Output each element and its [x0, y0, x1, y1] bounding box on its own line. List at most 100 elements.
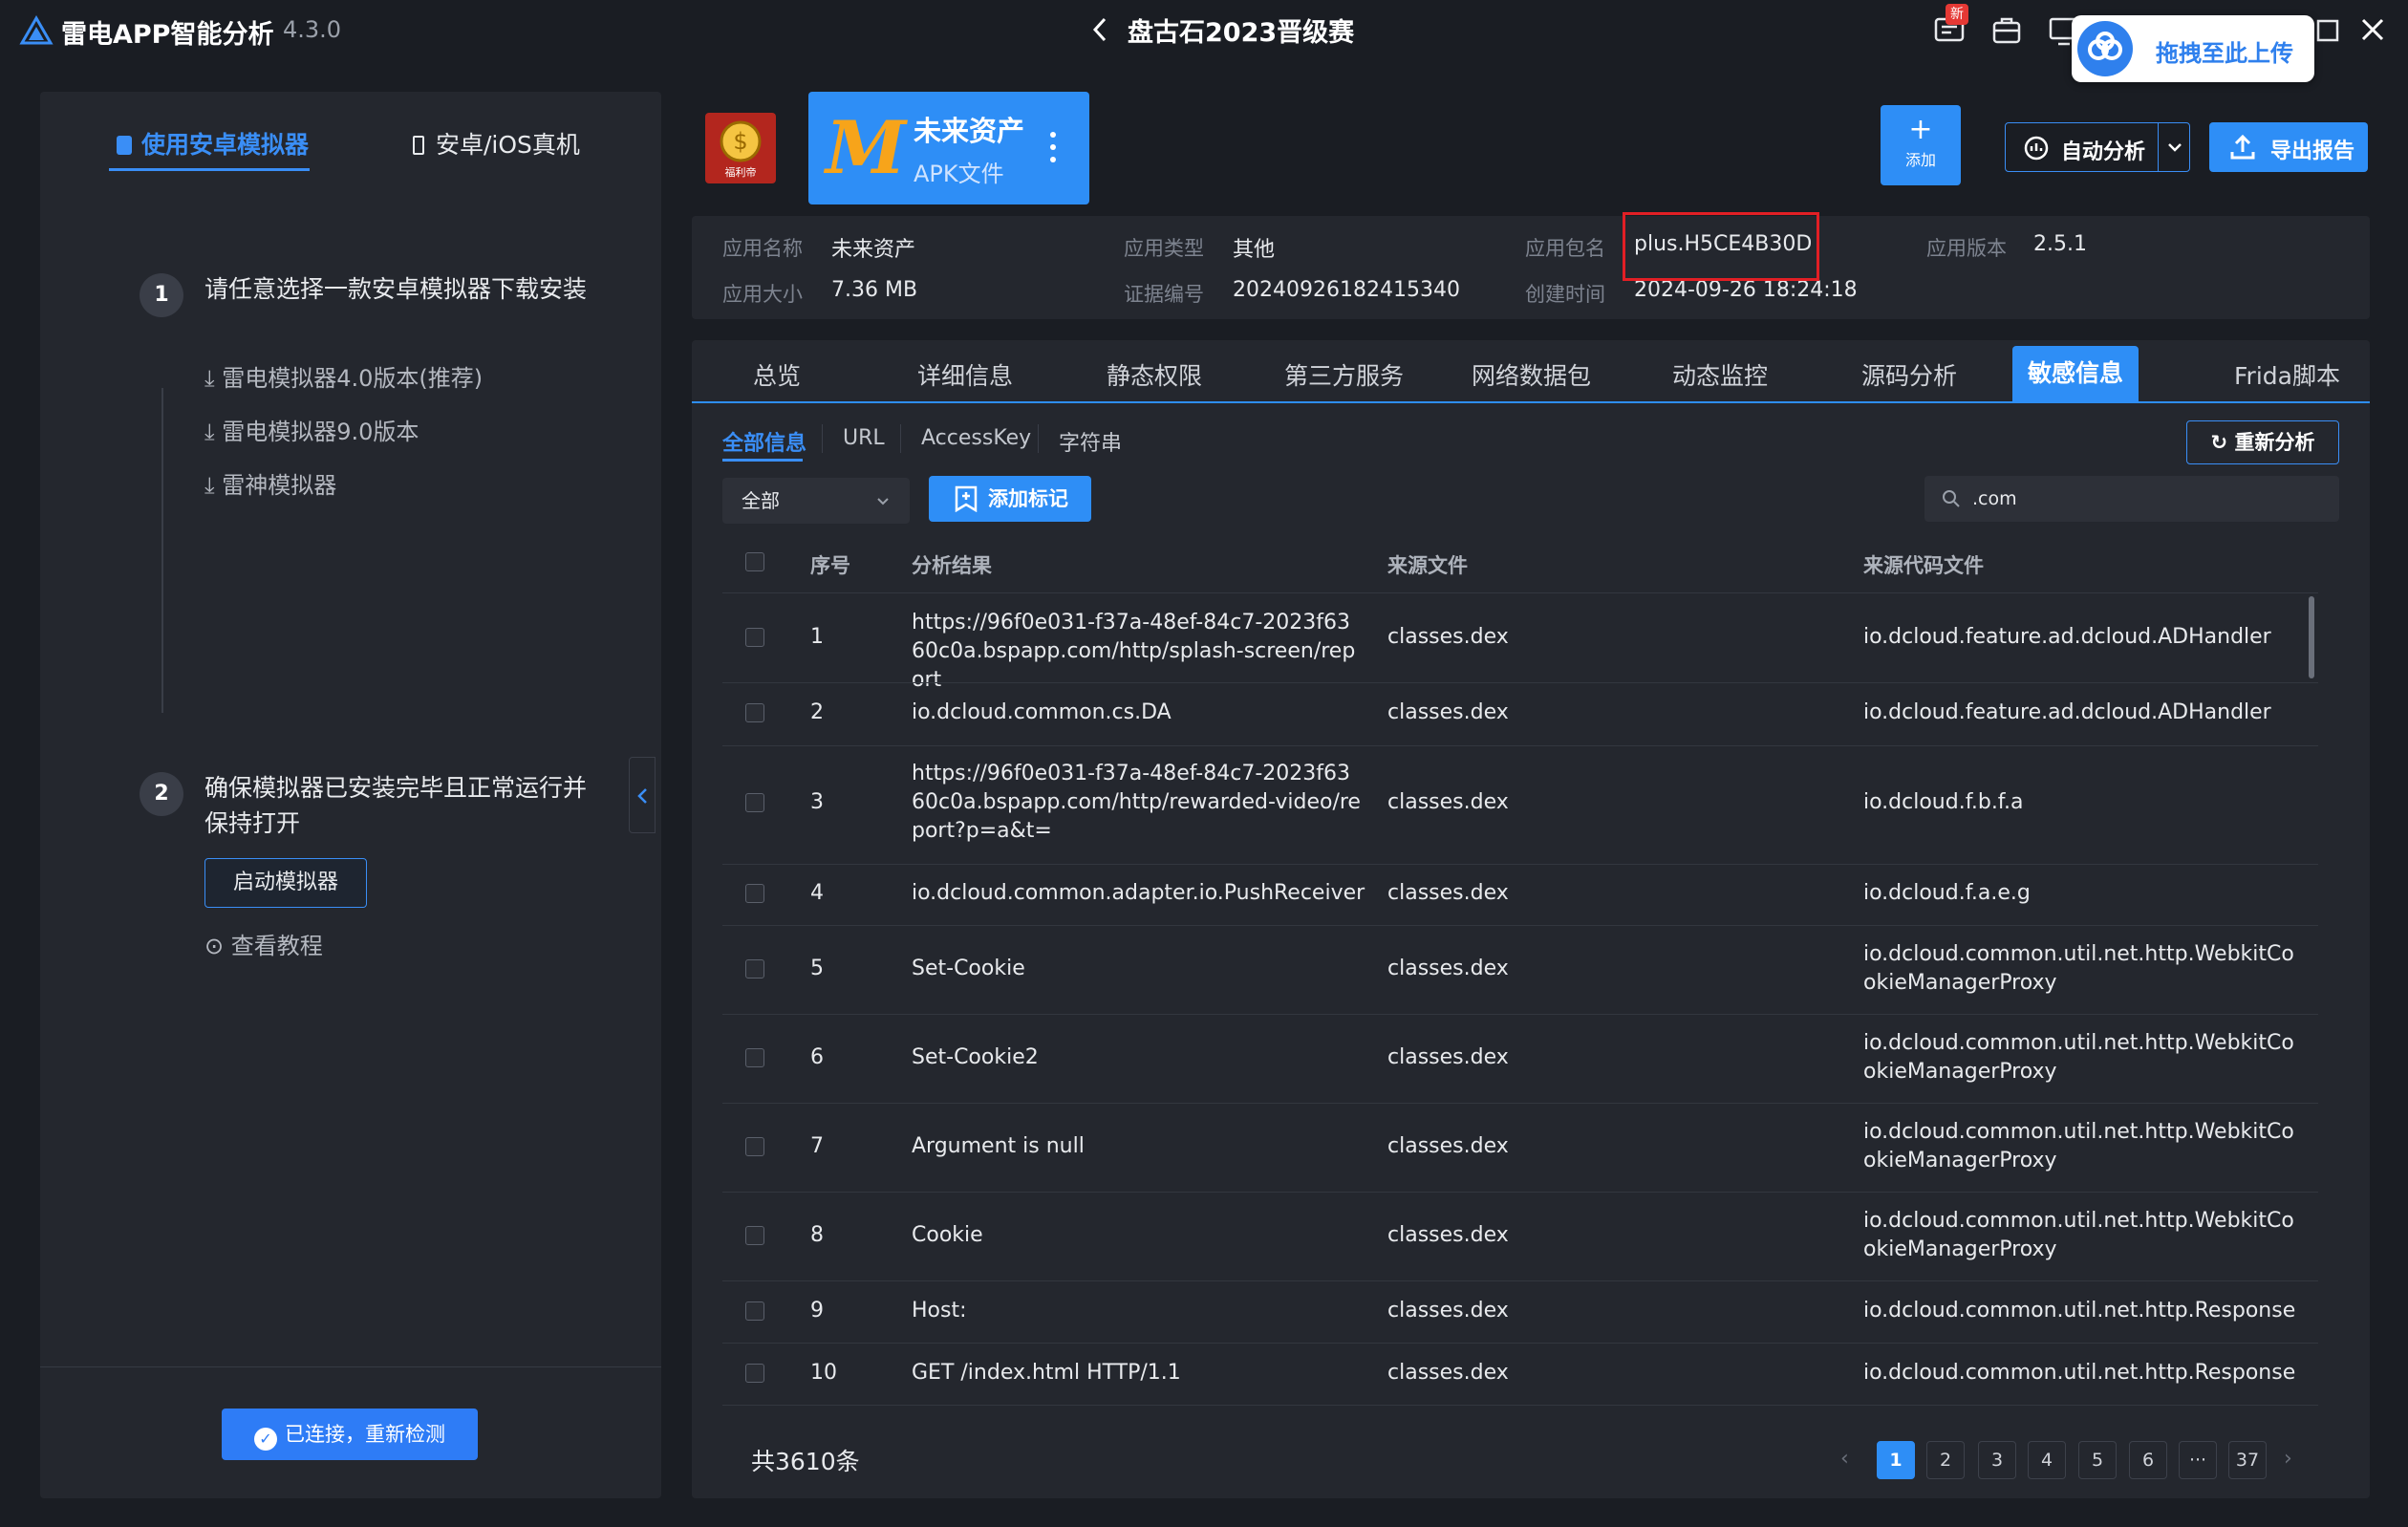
- page-button-5[interactable]: 5: [2078, 1441, 2117, 1479]
- subtab-all-info[interactable]: 全部信息: [722, 426, 806, 457]
- start-emulator-button[interactable]: 启动模拟器: [204, 858, 367, 908]
- tab-frida-script[interactable]: Frida脚本: [2234, 357, 2340, 392]
- column-header-source-code[interactable]: 来源代码文件: [1863, 550, 1984, 579]
- page-button-37[interactable]: 37: [2228, 1441, 2267, 1479]
- reconnect-button[interactable]: ✓ 已连接，重新检测: [222, 1409, 478, 1460]
- row-result: https://96f0e031-f37a-48ef-84c7-2023f636…: [912, 762, 1361, 843]
- column-header-source-file[interactable]: 来源文件: [1387, 550, 1468, 579]
- row-index: 8: [810, 1223, 824, 1247]
- row-checkbox[interactable]: [745, 1364, 764, 1383]
- row-index: 4: [810, 881, 824, 905]
- page-button-4[interactable]: 4: [2028, 1441, 2066, 1479]
- app-icon: $ 福利帝: [705, 113, 776, 183]
- row-checkbox[interactable]: [745, 793, 764, 812]
- divider: [722, 1014, 2318, 1015]
- select-all-checkbox[interactable]: [745, 552, 764, 571]
- export-report-button[interactable]: 导出报告: [2209, 122, 2368, 172]
- row-checkbox[interactable]: [745, 959, 764, 979]
- subtab-accesskey[interactable]: AccessKey: [921, 426, 1031, 450]
- row-result: Cookie: [912, 1223, 983, 1247]
- row-result: io.dcloud.common.adapter.io.PushReceiver: [912, 881, 1365, 905]
- row-result: GET /index.html HTTP/1.1: [912, 1361, 1181, 1385]
- page-button-3[interactable]: 3: [1978, 1441, 2016, 1479]
- tab-details[interactable]: 详细信息: [917, 357, 1013, 392]
- tab-dynamic-monitor[interactable]: 动态监控: [1672, 357, 1768, 392]
- column-header-index[interactable]: 序号: [810, 550, 850, 579]
- step-connector: [161, 388, 163, 713]
- auto-analyze-dropdown[interactable]: [2158, 122, 2190, 172]
- divider: [40, 1366, 661, 1367]
- tab-static-permissions[interactable]: 静态权限: [1107, 357, 1202, 392]
- step-2-badge: 2: [140, 772, 183, 816]
- step-1-text: 请任意选择一款安卓模拟器下载安装: [204, 275, 588, 303]
- info-label-created: 创建时间: [1525, 283, 1605, 306]
- chevron-left-icon: [637, 788, 647, 804]
- app-brand-logo: M: [826, 105, 907, 190]
- bookmark-add-icon: [955, 485, 978, 512]
- row-checkbox[interactable]: [745, 628, 764, 647]
- more-vertical-icon[interactable]: [1049, 130, 1057, 164]
- row-checkbox[interactable]: [745, 703, 764, 722]
- page-button-2[interactable]: 2: [1926, 1441, 1965, 1479]
- page-ellipsis[interactable]: ···: [2179, 1441, 2217, 1479]
- column-header-result[interactable]: 分析结果: [912, 550, 992, 579]
- row-checkbox[interactable]: [745, 1137, 764, 1156]
- row-index: 5: [810, 957, 824, 980]
- reanalyze-button[interactable]: ↻ 重新分析: [2186, 420, 2339, 464]
- row-source-file: classes.dex: [1387, 1299, 1509, 1323]
- view-tutorial-link[interactable]: ⊙ 查看教程: [204, 927, 323, 960]
- row-result: Set-Cookie2: [912, 1045, 1039, 1069]
- add-mark-button[interactable]: 添加标记: [929, 476, 1091, 522]
- tab-sensitive-info[interactable]: 敏感信息: [2012, 346, 2139, 401]
- tab-source-analysis[interactable]: 源码分析: [1861, 357, 1957, 392]
- upload-icon: [2230, 134, 2255, 160]
- table-scrollbar[interactable]: [2309, 596, 2314, 678]
- toolbox-icon[interactable]: [1989, 13, 2024, 48]
- new-badge: 新: [1946, 4, 1968, 25]
- search-input[interactable]: .com: [1924, 476, 2339, 522]
- row-checkbox[interactable]: [745, 1226, 764, 1245]
- subtab-strings[interactable]: 字符串: [1059, 426, 1122, 457]
- row-index: 6: [810, 1045, 824, 1069]
- app-logo-icon: [19, 15, 54, 45]
- gauge-icon: [2024, 136, 2049, 161]
- app-card[interactable]: M 未来资产 APK文件: [808, 92, 1089, 204]
- plus-icon: +: [1908, 113, 1933, 146]
- next-page-icon[interactable]: ›: [2284, 1447, 2292, 1471]
- page-button-1[interactable]: 1: [1877, 1441, 1915, 1479]
- maximize-icon[interactable]: [2311, 13, 2345, 48]
- row-index: 10: [810, 1361, 837, 1385]
- row-source-file: classes.dex: [1387, 790, 1509, 814]
- collapse-panel-button[interactable]: [629, 757, 656, 833]
- divider: [722, 745, 2318, 746]
- row-result: Set-Cookie: [912, 957, 1025, 980]
- category-select[interactable]: 全部: [722, 478, 910, 524]
- download-link-leidian4[interactable]: ⤓ 雷电模拟器4.0版本(推荐): [204, 359, 483, 393]
- app-version: 4.3.0: [283, 16, 342, 43]
- download-link-leidian9[interactable]: ⤓ 雷电模拟器9.0版本: [204, 413, 419, 446]
- row-source-code: io.dcloud.common.util.net.http.Response: [1863, 1361, 2296, 1385]
- subtab-url[interactable]: URL: [843, 426, 885, 450]
- tabs-underline: [692, 401, 2370, 403]
- tab-android-emulator[interactable]: 使用安卓模拟器: [117, 126, 309, 161]
- tab-real-device[interactable]: 安卓/iOS真机: [413, 126, 580, 161]
- divider: [722, 1405, 2318, 1406]
- app-name: 雷电APP智能分析: [61, 20, 274, 50]
- download-link-leishen[interactable]: ⤓ 雷神模拟器: [204, 466, 336, 500]
- tab-third-party[interactable]: 第三方服务: [1284, 357, 1404, 392]
- row-source-code: io.dcloud.common.util.net.http.WebkitCoo…: [1863, 1031, 2294, 1084]
- page-button-6[interactable]: 6: [2129, 1441, 2167, 1479]
- add-button[interactable]: + 添加: [1881, 105, 1961, 185]
- tab-overview[interactable]: 总览: [753, 357, 801, 392]
- divider: [722, 925, 2318, 926]
- row-checkbox[interactable]: [745, 884, 764, 903]
- close-icon[interactable]: [2356, 13, 2389, 46]
- prev-page-icon[interactable]: ‹: [1840, 1447, 1849, 1471]
- info-label-version: 应用版本: [1926, 237, 2007, 260]
- chevron-down-icon: [877, 498, 889, 505]
- row-checkbox[interactable]: [745, 1301, 764, 1321]
- upload-drop-zone[interactable]: 拖拽至此上传: [2072, 15, 2314, 82]
- row-checkbox[interactable]: [745, 1048, 764, 1067]
- tab-network-packets[interactable]: 网络数据包: [1472, 357, 1591, 392]
- row-index: 7: [810, 1134, 824, 1158]
